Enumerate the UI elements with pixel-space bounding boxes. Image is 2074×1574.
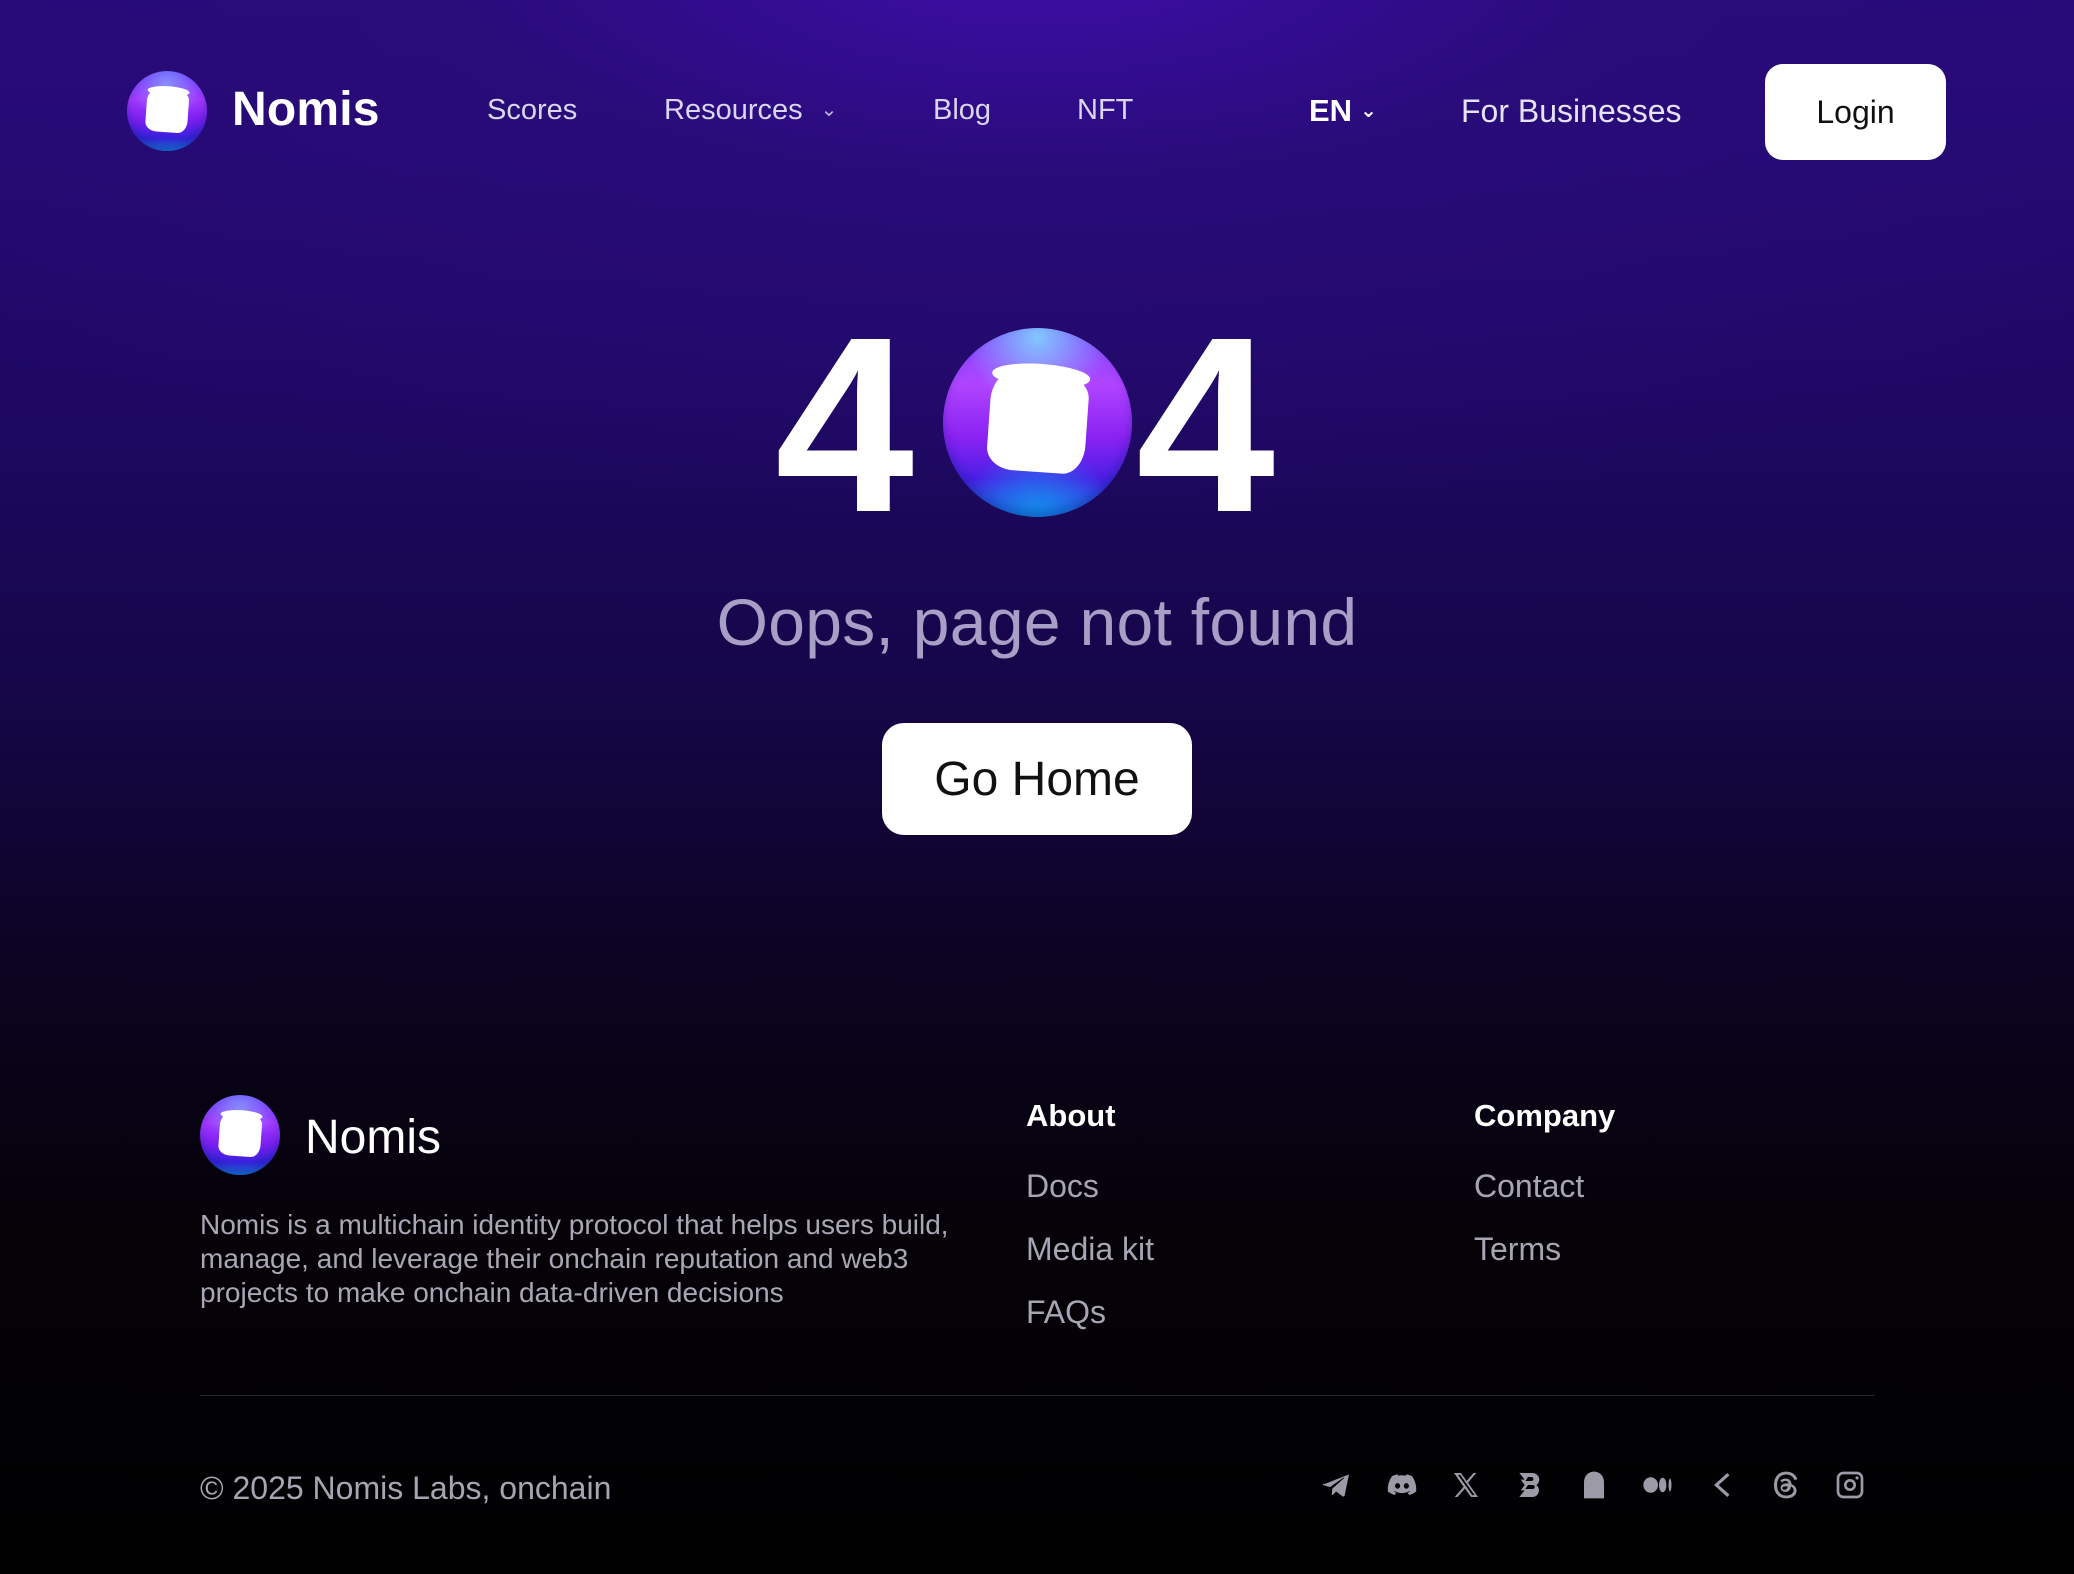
footer-link-terms[interactable]: Terms [1474, 1231, 1561, 1268]
footer-description: Nomis is a multichain identity protocol … [200, 1209, 949, 1308]
for-businesses-link[interactable]: For Businesses [1461, 93, 1682, 130]
footer-company-title: Company [1474, 1098, 1616, 1133]
footer-divider [200, 1395, 1874, 1396]
login-button[interactable]: Login [1765, 64, 1946, 160]
nomis-orb-icon [943, 328, 1132, 517]
footer-link-faqs[interactable]: FAQs [1026, 1294, 1106, 1331]
language-label: EN [1309, 93, 1353, 128]
nav-scores[interactable]: Scores [487, 94, 577, 127]
medium-icon[interactable] [1641, 1468, 1675, 1502]
nomis-logo-icon[interactable] [127, 71, 207, 151]
footer-about-title: About [1026, 1098, 1116, 1133]
chevron-down-icon: ⌄ [1360, 100, 1377, 122]
discord-icon[interactable] [1385, 1468, 1419, 1502]
error-digit-left: 4 [775, 285, 915, 564]
error-message: Oops, page not found [716, 585, 1358, 659]
threads-icon[interactable] [1769, 1468, 1803, 1502]
telegram-icon[interactable] [1320, 1468, 1354, 1502]
nav-nft[interactable]: NFT [1077, 94, 1133, 127]
language-selector[interactable]: EN ⌄ [1309, 93, 1377, 129]
nomis-logo-icon[interactable] [200, 1095, 280, 1175]
guild-icon[interactable] [1705, 1468, 1739, 1502]
x-icon[interactable] [1449, 1468, 1483, 1502]
footer-link-media-kit[interactable]: Media kit [1026, 1231, 1154, 1268]
brand-name[interactable]: Nomis [232, 82, 380, 137]
go-home-button[interactable]: Go Home [882, 723, 1192, 835]
nav-blog[interactable]: Blog [933, 94, 991, 127]
footer-link-docs[interactable]: Docs [1026, 1168, 1099, 1205]
copyright: © 2025 Nomis Labs, onchain [200, 1470, 612, 1506]
galxe-icon[interactable] [1513, 1468, 1547, 1502]
footer-link-contact[interactable]: Contact [1474, 1168, 1584, 1205]
chevron-down-icon: ⌄ [820, 99, 838, 121]
instagram-icon[interactable] [1833, 1468, 1867, 1502]
nav-resources-label: Resources [664, 94, 803, 126]
footer-brand-name[interactable]: Nomis [305, 1110, 441, 1165]
ghost-icon[interactable] [1577, 1468, 1611, 1502]
error-digit-right: 4 [1136, 285, 1276, 564]
nav-resources[interactable]: Resources ⌄ [664, 94, 837, 127]
